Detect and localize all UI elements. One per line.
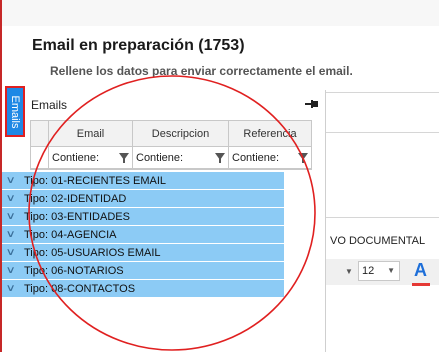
group-row[interactable]: ∨ Tipo: 01-RECIENTES EMAIL: [2, 172, 284, 190]
divider: [326, 92, 439, 93]
dialog-subtitle: Rellene los datos para enviar correctame…: [50, 64, 353, 78]
filter-operator-label: Contiene:: [232, 151, 280, 164]
group-label: Tipo: 05-USUARIOS EMAIL: [24, 247, 161, 259]
group-row[interactable]: ∨ Tipo: 06-NOTARIOS: [2, 262, 284, 280]
row-indicator-header: [31, 121, 49, 146]
chevron-down-icon[interactable]: ∨: [6, 211, 16, 222]
filter-cell-referencia[interactable]: Contiene:: [229, 147, 311, 168]
group-label: Tipo: 06-NOTARIOS: [24, 265, 124, 277]
filter-operator-label: Contiene:: [136, 151, 184, 164]
chevron-down-icon[interactable]: ∨: [6, 229, 16, 240]
group-row[interactable]: ∨ Tipo: 08-CONTACTOS: [2, 280, 284, 298]
group-row[interactable]: ∨ Tipo: 02-IDENTIDAD: [2, 190, 284, 208]
divider: [326, 132, 439, 133]
filter-icon[interactable]: [215, 153, 225, 163]
column-header-descripcion[interactable]: Descripcion: [133, 121, 229, 146]
chevron-down-icon: ▼: [387, 266, 395, 275]
side-tab-emails[interactable]: Emails: [5, 86, 25, 137]
column-header-referencia[interactable]: Referencia: [229, 121, 311, 146]
group-label: Tipo: 02-IDENTIDAD: [24, 193, 127, 205]
right-editor-area: VO DOCUMENTAL ▼ 12 ▼ A: [326, 90, 439, 352]
grid-header-row: Email Descripcion Referencia: [31, 121, 311, 147]
group-label: Tipo: 08-CONTACTOS: [24, 283, 136, 295]
divider: [326, 217, 439, 218]
group-row[interactable]: ∨ Tipo: 03-ENTIDADES: [2, 208, 284, 226]
filter-icon[interactable]: [119, 153, 129, 163]
chevron-down-icon[interactable]: ∨: [6, 265, 16, 276]
group-rows: ∨ Tipo: 01-RECIENTES EMAIL ∨ Tipo: 02-ID…: [2, 172, 284, 298]
font-size-select[interactable]: 12 ▼: [358, 261, 400, 281]
column-header-email[interactable]: Email: [49, 121, 133, 146]
group-label: Tipo: 03-ENTIDADES: [24, 211, 130, 223]
chevron-down-icon[interactable]: ∨: [6, 193, 16, 204]
emails-grid: Email Descripcion Referencia Contiene: C…: [30, 120, 312, 170]
font-size-value: 12: [362, 265, 375, 277]
group-label: Tipo: 04-AGENCIA: [24, 229, 117, 241]
pin-icon[interactable]: [305, 99, 319, 109]
section-label: VO DOCUMENTAL: [330, 235, 426, 247]
window-top-area: [0, 0, 439, 26]
chevron-down-icon[interactable]: ∨: [6, 175, 16, 186]
row-indicator-filter: [31, 147, 49, 168]
dialog-title: Email en preparación (1753): [32, 37, 245, 54]
chevron-down-icon[interactable]: ∨: [6, 283, 16, 294]
group-row[interactable]: ∨ Tipo: 04-AGENCIA: [2, 226, 284, 244]
filter-operator-label: Contiene:: [52, 151, 100, 164]
grid-filter-row: Contiene: Contiene: Contiene:: [31, 147, 311, 169]
filter-cell-email[interactable]: Contiene:: [49, 147, 133, 168]
font-color-swatch: [412, 283, 430, 286]
font-color-icon[interactable]: A: [414, 260, 427, 281]
group-row[interactable]: ∨ Tipo: 05-USUARIOS EMAIL: [2, 244, 284, 262]
dropdown-caret-icon[interactable]: ▼: [345, 267, 353, 276]
filter-cell-descripcion[interactable]: Contiene:: [133, 147, 229, 168]
filter-icon[interactable]: [298, 153, 308, 163]
group-label: Tipo: 01-RECIENTES EMAIL: [24, 175, 167, 187]
chevron-down-icon[interactable]: ∨: [6, 247, 16, 258]
side-tab-label: Emails: [9, 94, 21, 129]
panel-title: Emails: [31, 98, 68, 112]
